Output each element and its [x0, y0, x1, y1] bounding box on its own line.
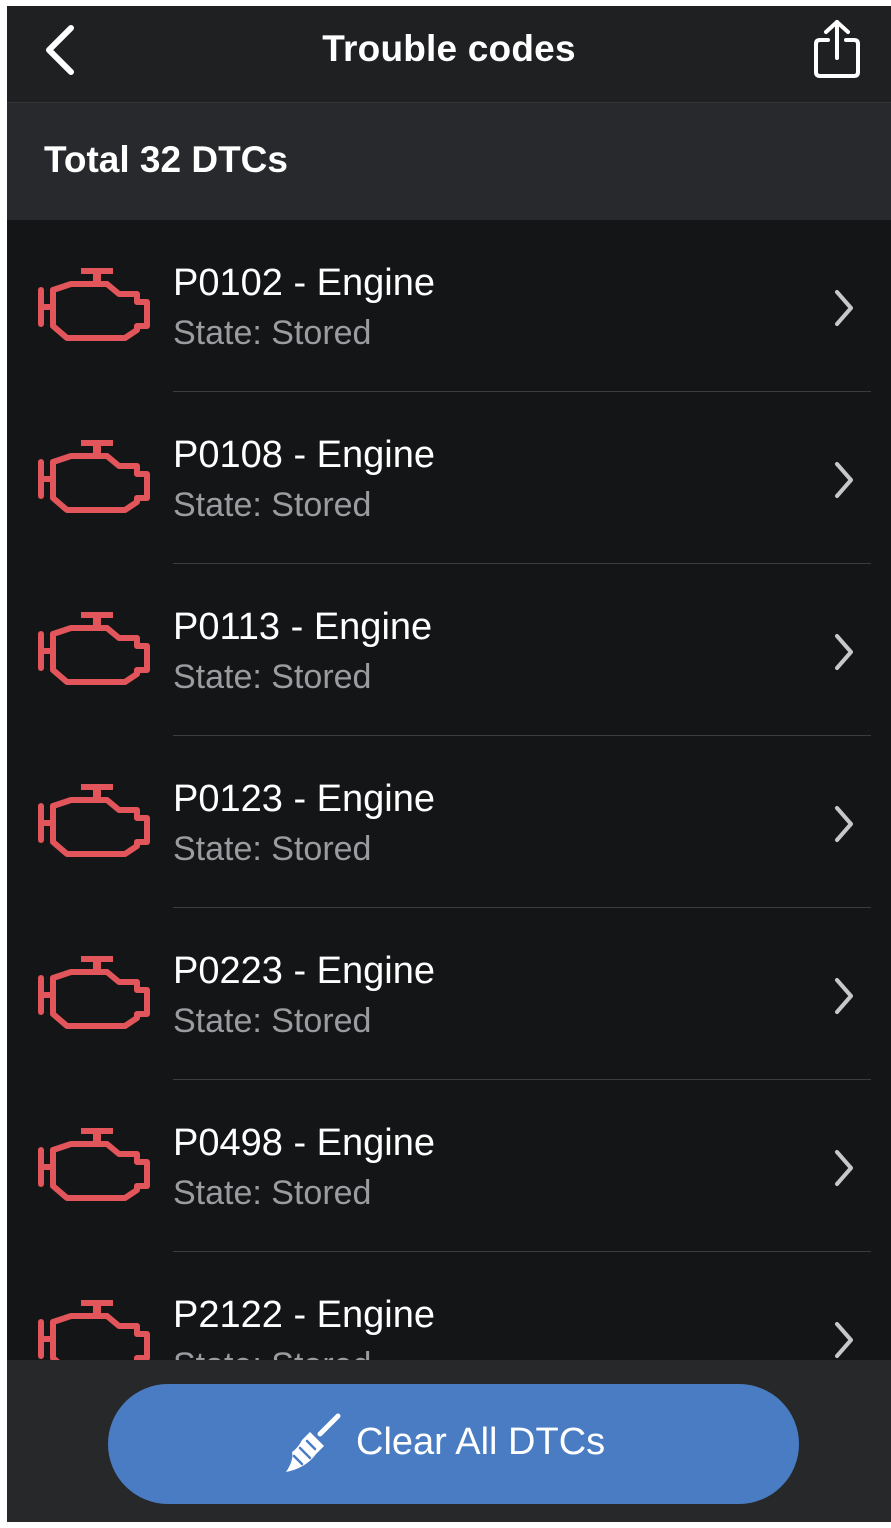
check-engine-icon: [38, 956, 150, 1029]
summary-header: Total 32 DTCs: [7, 103, 891, 220]
chevron-right-icon: [835, 634, 853, 670]
check-engine-icon: [38, 784, 150, 857]
dtc-row[interactable]: P0223 - Engine State: Stored: [7, 908, 891, 1080]
dtc-state: State: Stored: [173, 1346, 371, 1360]
dtc-state: State: Stored: [173, 658, 372, 696]
dtc-code: P2122 - Engine: [173, 1294, 435, 1336]
dtc-state: State: Stored: [173, 314, 372, 352]
chevron-right-icon: [835, 978, 853, 1014]
chevron-right-icon: [835, 1322, 853, 1358]
dtc-state: State: Stored: [173, 1002, 372, 1040]
dtc-list[interactable]: P0102 - Engine State: Stored P0108 - Engin…: [7, 220, 891, 1360]
page-title: Trouble codes: [322, 28, 576, 69]
broom-icon: [286, 1413, 341, 1472]
check-engine-icon: [38, 1300, 150, 1360]
dtc-code: P0123 - Engine: [173, 778, 435, 820]
dtc-row[interactable]: P0113 - Engine State: Stored: [7, 564, 891, 736]
nav-bar: Trouble codes: [7, 6, 891, 103]
dtc-code: P0108 - Engine: [173, 434, 435, 476]
total-dtc-count: Total 32 DTCs: [44, 139, 288, 180]
bottom-bar: Clear All DTCs: [7, 1360, 891, 1522]
dtc-row[interactable]: P0108 - Engine State: Stored: [7, 392, 891, 564]
dtc-code: P0498 - Engine: [173, 1122, 435, 1164]
chevron-right-icon: [835, 806, 853, 842]
share-icon: [814, 20, 860, 78]
screen: Trouble codes Total 32 DTCs P0102 - Engi…: [7, 6, 891, 1522]
chevron-right-icon: [835, 462, 853, 498]
dtc-state: State: Stored: [173, 486, 372, 524]
dtc-row[interactable]: P0123 - Engine State: Stored: [7, 736, 891, 908]
dtc-row[interactable]: P0102 - Engine State: Stored: [7, 220, 891, 392]
check-engine-icon: [38, 268, 150, 341]
chevron-right-icon: [835, 1150, 853, 1186]
check-engine-icon: [38, 1128, 150, 1201]
dtc-row[interactable]: P2122 - Engine State: Stored: [7, 1252, 891, 1360]
dtc-code: P0223 - Engine: [173, 950, 435, 992]
dtc-state: State: Stored: [173, 830, 372, 868]
check-engine-icon: [38, 612, 150, 685]
dtc-row[interactable]: P0498 - Engine State: Stored: [7, 1080, 891, 1252]
clear-all-dtcs-label: Clear All DTCs: [356, 1421, 606, 1463]
dtc-code: P0102 - Engine: [173, 262, 435, 304]
share-button[interactable]: [811, 18, 863, 82]
clear-all-dtcs-button[interactable]: Clear All DTCs: [108, 1384, 799, 1504]
check-engine-icon: [38, 440, 150, 513]
dtc-code: P0113 - Engine: [173, 606, 433, 648]
dtc-state: State: Stored: [173, 1174, 372, 1212]
chevron-right-icon: [835, 290, 853, 326]
